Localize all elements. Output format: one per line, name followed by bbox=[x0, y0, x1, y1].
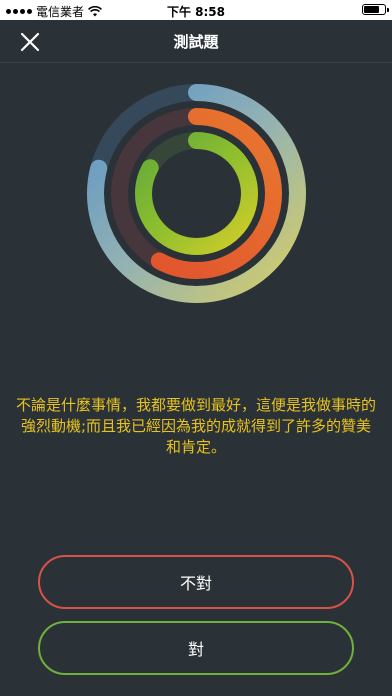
battery-icon bbox=[362, 4, 389, 15]
false-button[interactable]: 不對 bbox=[38, 555, 354, 609]
page-title: 測試題 bbox=[173, 33, 219, 51]
question-text: 不論是什麼事情，我都要做到最好，這便是我做事時的強烈動機;而且我已經因為我的成就… bbox=[15, 396, 376, 456]
screen: 電信業者 下午 8:58 測試題 不論是什麼事情，我都要做到最好，這便是我做事時… bbox=[0, 0, 392, 696]
status-bar: 電信業者 下午 8:58 bbox=[0, 0, 392, 20]
nav-bar: 測試題 bbox=[0, 20, 392, 63]
status-right bbox=[362, 4, 389, 15]
true-button[interactable]: 對 bbox=[38, 621, 354, 675]
true-button-label: 對 bbox=[187, 640, 204, 659]
false-button-label: 不對 bbox=[179, 574, 212, 593]
progress-rings bbox=[87, 84, 306, 303]
status-time: 下午 8:58 bbox=[166, 5, 226, 19]
